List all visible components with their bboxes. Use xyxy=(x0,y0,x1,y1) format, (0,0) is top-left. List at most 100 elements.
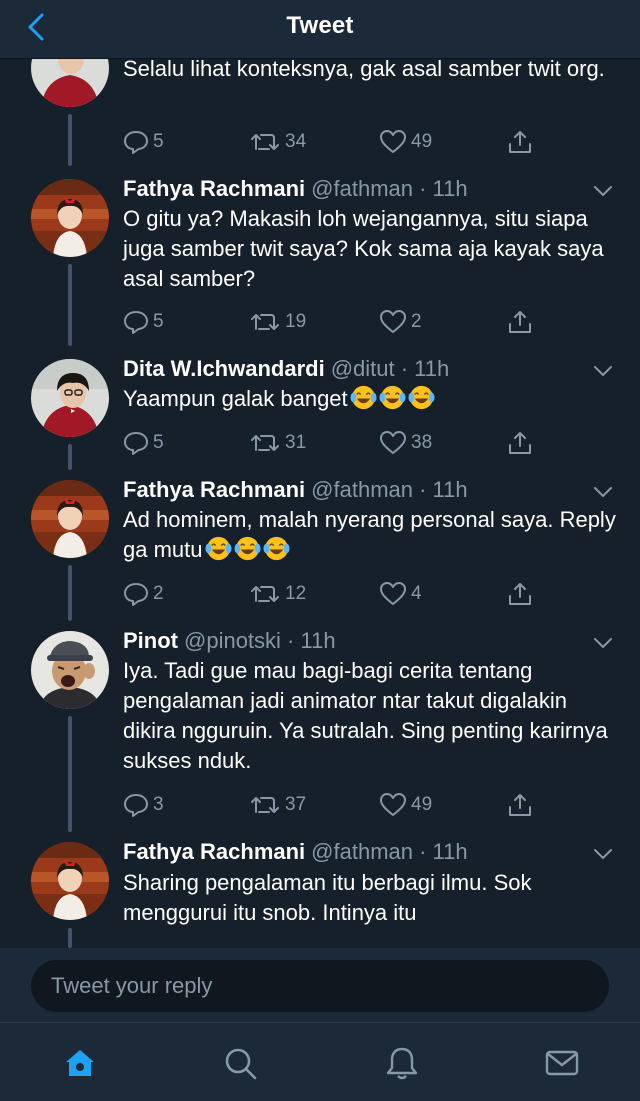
retweet-count: 37 xyxy=(285,794,307,815)
tears-of-joy-emoji-icon xyxy=(408,385,435,410)
reply-count: 5 xyxy=(153,432,164,453)
share-button[interactable] xyxy=(507,580,537,608)
author-line: Pinot @pinotski · 11h xyxy=(123,628,336,654)
chevron-down-icon[interactable] xyxy=(592,364,614,378)
messages-icon[interactable] xyxy=(544,1045,580,1081)
chevron-down-icon[interactable] xyxy=(592,636,614,650)
retweet-icon xyxy=(251,314,279,330)
reply-icon xyxy=(124,432,148,455)
tears-of-joy-emoji-icon xyxy=(204,536,232,561)
share-icon xyxy=(509,583,531,605)
retweet-button[interactable]: 31 xyxy=(249,429,306,457)
tears-of-joy-emoji-icon xyxy=(350,385,377,410)
tweet-text-content: Yaampun galak banget xyxy=(123,386,348,411)
retweet-button[interactable]: 12 xyxy=(249,580,306,608)
bottom-tab-bar xyxy=(0,1022,640,1101)
tweet-actions: 5 34 49 xyxy=(123,128,543,156)
tweet-actions: 5 19 2 xyxy=(123,308,543,336)
like-count: 49 xyxy=(411,131,433,152)
thread-line xyxy=(68,716,72,832)
tears-of-joy-emoji-icon xyxy=(379,385,406,410)
retweet-count: 19 xyxy=(285,311,307,332)
avatar-pinot[interactable] xyxy=(31,631,109,709)
author-name[interactable]: Fathya Rachmani xyxy=(123,839,305,864)
notifications-icon[interactable] xyxy=(384,1045,420,1081)
reply-icon xyxy=(124,794,148,817)
retweet-count: 12 xyxy=(285,583,307,604)
author-line: Dita W.Ichwandardi @ditut · 11h xyxy=(123,356,449,382)
thread-line xyxy=(68,928,72,948)
retweet-button[interactable]: 34 xyxy=(249,128,306,156)
retweet-count: 34 xyxy=(285,131,307,152)
chevron-down-icon[interactable] xyxy=(592,184,614,198)
page-title: Tweet xyxy=(286,12,354,39)
reply-icon xyxy=(124,131,148,154)
reply-icon xyxy=(124,583,148,606)
like-button[interactable]: 49 xyxy=(379,791,432,819)
retweet-icon xyxy=(251,586,279,602)
search-icon[interactable] xyxy=(222,1045,258,1081)
tweet-actions: 2 12 4 xyxy=(123,580,543,608)
author-line: Fathya Rachmani @fathman · 11h xyxy=(123,839,468,865)
retweet-button[interactable]: 37 xyxy=(249,791,306,819)
like-button[interactable]: 38 xyxy=(379,429,432,457)
reply-button[interactable]: 5 xyxy=(123,429,164,457)
avatar-fathya[interactable] xyxy=(31,842,109,920)
retweet-button[interactable]: 19 xyxy=(249,308,306,336)
thread-line xyxy=(68,444,72,470)
avatar-fathya[interactable] xyxy=(31,480,109,558)
top-nav-bar: Tweet xyxy=(0,0,640,59)
retweet-count: 31 xyxy=(285,432,307,453)
chevron-down-icon[interactable] xyxy=(592,485,614,499)
tweet-actions: 3 37 49 xyxy=(123,791,543,819)
share-button[interactable] xyxy=(507,429,537,457)
share-icon xyxy=(509,311,531,333)
tweet-feed[interactable]: Selalu lihat konteksnya, gak asal samber… xyxy=(0,0,640,948)
author-line: Fathya Rachmani @fathman · 11h xyxy=(123,477,468,503)
tweet-text: O gitu ya? Makasih loh wejangannya, situ… xyxy=(123,206,604,291)
like-button[interactable]: 4 xyxy=(379,580,422,608)
reply-input[interactable] xyxy=(31,960,609,1012)
tweet-text: Ad hominem, malah nyerang personal saya.… xyxy=(123,505,618,565)
like-count: 49 xyxy=(411,794,433,815)
share-button[interactable] xyxy=(507,308,537,336)
tweet-text: Sharing pengalaman itu berbagi ilmu. Sok… xyxy=(123,870,532,925)
share-icon xyxy=(509,432,531,454)
author-handle: @fathman · 11h xyxy=(311,839,468,864)
reply-count: 5 xyxy=(153,311,164,332)
avatar-dita[interactable] xyxy=(31,359,109,437)
share-button[interactable] xyxy=(507,128,537,156)
like-button[interactable]: 2 xyxy=(379,308,422,336)
author-name[interactable]: Pinot xyxy=(123,628,178,653)
reply-button[interactable]: 5 xyxy=(123,128,164,156)
tweet-actions: 5 31 38 xyxy=(123,429,543,457)
like-button[interactable]: 49 xyxy=(379,128,432,156)
author-name[interactable]: Fathya Rachmani xyxy=(123,477,305,502)
reply-count: 2 xyxy=(153,583,164,604)
thread-line xyxy=(68,565,72,621)
reply-button[interactable]: 5 xyxy=(123,308,164,336)
tweet-text-content: Ad hominem, malah nyerang personal saya.… xyxy=(123,507,616,562)
retweet-icon xyxy=(251,797,279,813)
heart-icon xyxy=(380,582,406,605)
home-icon[interactable] xyxy=(62,1045,98,1081)
share-icon xyxy=(509,794,531,816)
retweet-icon xyxy=(251,435,279,451)
tears-of-joy-emoji-icon xyxy=(233,536,261,561)
tears-of-joy-emoji-icon xyxy=(262,536,290,561)
reply-count: 5 xyxy=(153,131,164,152)
heart-icon xyxy=(380,130,406,153)
author-name[interactable]: Dita W.Ichwandardi xyxy=(123,356,325,381)
tweet-text: Iya. Tadi gue mau bagi-bagi cerita tenta… xyxy=(123,658,608,773)
like-count: 38 xyxy=(411,432,433,453)
reply-button[interactable]: 3 xyxy=(123,791,164,819)
chevron-down-icon[interactable] xyxy=(592,847,614,861)
reply-button[interactable]: 2 xyxy=(123,580,164,608)
author-line: Fathya Rachmani @fathman · 11h xyxy=(123,176,468,202)
author-name[interactable]: Fathya Rachmani xyxy=(123,176,305,201)
share-button[interactable] xyxy=(507,791,537,819)
heart-icon xyxy=(380,310,406,333)
like-count: 2 xyxy=(411,311,422,332)
like-count: 4 xyxy=(411,583,422,604)
avatar-fathya[interactable] xyxy=(31,179,109,257)
